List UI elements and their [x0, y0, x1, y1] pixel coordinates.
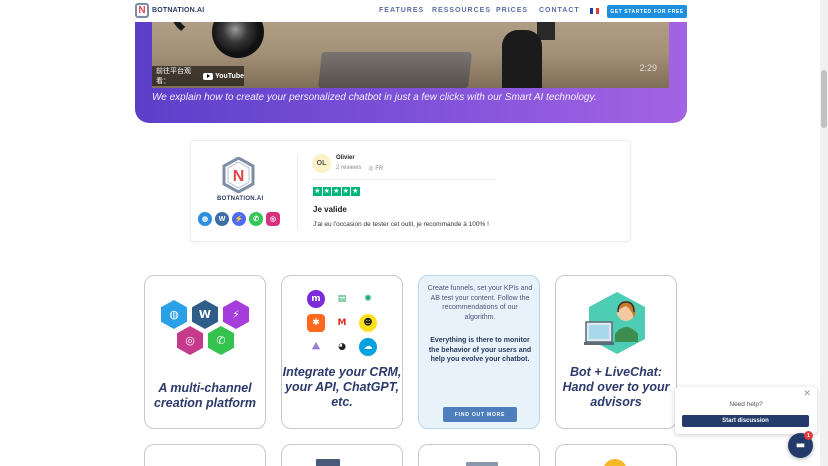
logo-mark-icon: N — [135, 3, 149, 18]
review-divider — [297, 155, 298, 230]
review-brand-name: BOTNATION.AI — [217, 196, 264, 202]
feature-card-integrations: m ▤ ✺ ✱ M ☻ ⟁ ◕ ☁ Integrate your CRM, yo… — [281, 275, 403, 429]
mailchimp-icon: ☻ — [359, 314, 377, 332]
feature-card-multichannel: ◍ W ⚡ ◎ ✆ A multi-channel creation platf… — [144, 275, 266, 429]
star-icon: ★ — [332, 186, 341, 196]
feature-title-multichannel: A multi-channel creation platform — [153, 381, 257, 410]
video-time: 2:29 — [639, 63, 657, 73]
support-agent-icon — [584, 292, 645, 354]
whatsapp-icon: ✆ — [249, 212, 263, 226]
video-frame-laptop — [318, 52, 472, 88]
messenger-hex-icon: ⚡ — [223, 300, 249, 329]
review-count: 2 reviews — [336, 165, 362, 171]
nav-contact[interactable]: CONTACT — [539, 7, 580, 14]
nav-ressources[interactable]: RESSOURCES — [432, 7, 491, 14]
french-flag-icon[interactable] — [590, 8, 599, 14]
instagram-icon: ◎ — [266, 212, 280, 226]
chat-bubble-icon: ▬ — [795, 440, 806, 451]
google-sheets-icon: ▤ — [333, 290, 351, 308]
star-icon: ★ — [322, 186, 331, 196]
watch-on-label: 前往平台观看： — [156, 67, 191, 85]
zapier-icon: ✱ — [307, 314, 325, 332]
nav-features[interactable]: FEATURES — [379, 7, 424, 14]
review-text: J'ai eu l'occasion de tester cet outil, … — [313, 221, 489, 228]
video-frame-stand — [502, 30, 542, 88]
start-discussion-button[interactable]: Start discussion — [682, 415, 809, 427]
find-out-more-button[interactable]: FIND OUT MORE — [443, 407, 517, 422]
logo-text: BOTNATION.AI — [152, 7, 205, 14]
site-logo[interactable]: N BOTNATION.AI — [135, 3, 204, 18]
svg-text:N: N — [233, 168, 245, 185]
review-separator — [312, 179, 495, 180]
chat-notification-badge: 1 — [804, 431, 813, 440]
nav-prices[interactable]: PRICES — [496, 7, 528, 14]
star-icon: ★ — [313, 186, 322, 196]
reviewer-country-code: FR — [375, 166, 384, 172]
wordpress-hex-icon: W — [192, 300, 218, 329]
chatgpt-icon: ✺ — [359, 290, 377, 308]
card-illustration-icon — [603, 459, 627, 466]
analytics-description: Create funnels, set your KPIs and AB tes… — [427, 285, 533, 321]
reviewer-name: Olivier — [336, 155, 355, 161]
globe-hex-icon: ◍ — [161, 300, 187, 329]
globe-icon: ◍ — [198, 212, 212, 226]
close-icon[interactable]: ✕ — [803, 389, 811, 399]
messenger-icon: ⚡ — [232, 212, 246, 226]
feature-card-row2-3 — [418, 444, 540, 466]
page: N BOTNATION.AI FEATURES RESSOURCES PRICE… — [0, 0, 828, 466]
page-scrollbar[interactable] — [820, 0, 828, 466]
instagram-hex-icon: ◎ — [177, 326, 203, 355]
feature-card-analytics: Create funnels, set your KPIs and AB tes… — [418, 275, 540, 429]
webhook-icon: ⟁ — [307, 338, 325, 356]
star-icon: ★ — [351, 186, 360, 196]
feature-card-row2-1 — [144, 444, 266, 466]
feature-card-livechat: Bot + LiveChat: Hand over to your adviso… — [555, 275, 677, 429]
whatsapp-hex-icon: ✆ — [208, 326, 234, 355]
gmail-icon: M — [333, 314, 351, 332]
channel-icons: ◍ W ⚡ ✆ ◎ — [198, 212, 280, 226]
dialogflow-icon: ◕ — [333, 338, 351, 356]
feature-title-livechat: Bot + LiveChat: Hand over to your adviso… — [562, 365, 670, 409]
feature-title-integrations: Integrate your CRM, your API, ChatGPT, e… — [282, 365, 402, 409]
reviewer-country: ◎ FR — [368, 165, 383, 172]
make-icon: m — [307, 290, 325, 308]
youtube-label: YouTube — [215, 72, 244, 80]
analytics-highlight: Everything is there to monitor the behav… — [428, 337, 532, 363]
feature-card-row2-4 — [555, 444, 677, 466]
review-title: Je valide — [313, 205, 347, 214]
chat-widget: ✕ Need help? Start discussion — [675, 387, 817, 434]
get-started-button[interactable]: GET STARTED FOR FREE — [607, 5, 687, 18]
video-caption: We explain how to create your personaliz… — [152, 92, 597, 103]
wordpress-icon: W — [215, 212, 229, 226]
watch-on-youtube-bar[interactable]: 前往平台观看： YouTube — [152, 66, 244, 86]
star-icon: ★ — [341, 186, 350, 196]
salesforce-icon: ☁ — [359, 338, 377, 356]
top-header: N BOTNATION.AI FEATURES RESSOURCES PRICE… — [0, 0, 820, 22]
feature-card-row2-2 — [281, 444, 403, 466]
youtube-logo: YouTube — [203, 72, 244, 80]
star-rating: ★ ★ ★ ★ ★ — [313, 187, 360, 196]
youtube-play-icon — [203, 72, 214, 80]
reviewer-meta: 2 reviews ◎ FR — [336, 165, 383, 172]
reviewer-avatar: OL — [312, 154, 331, 173]
chat-need-help: Need help? — [729, 401, 763, 408]
card-illustration-icon — [466, 462, 498, 466]
botnation-logo-icon: N — [222, 157, 255, 193]
card-illustration-icon — [316, 459, 340, 466]
scrollbar-thumb[interactable] — [821, 70, 827, 128]
